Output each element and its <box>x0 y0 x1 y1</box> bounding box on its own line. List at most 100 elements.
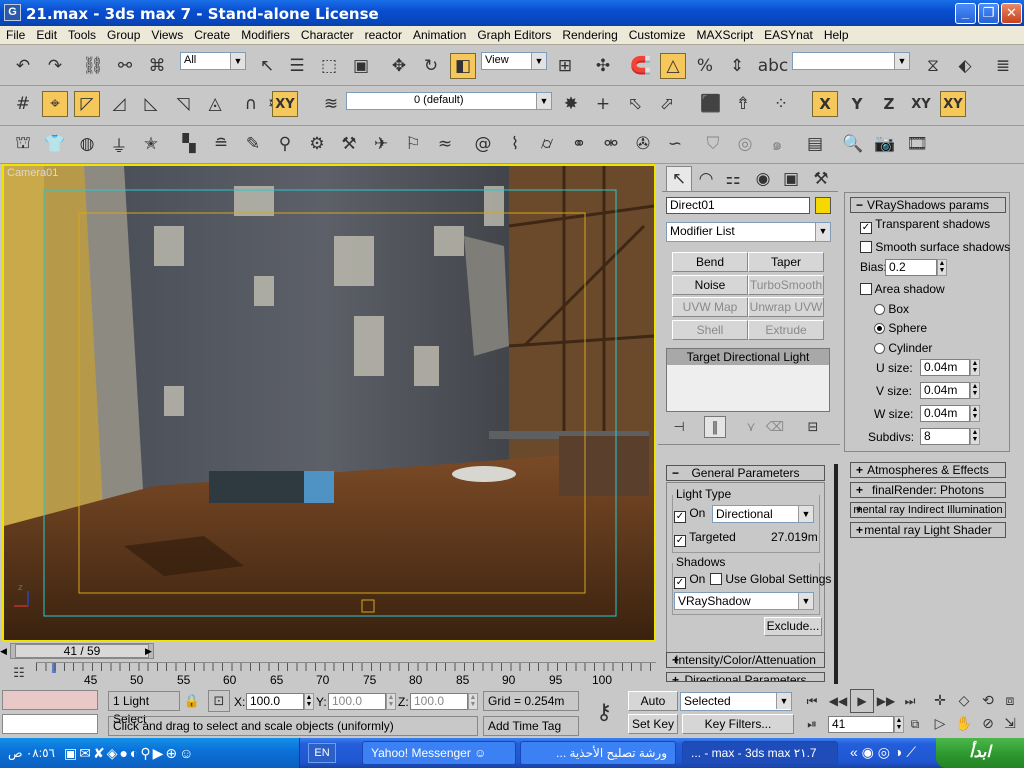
shell-button[interactable]: Shell <box>672 320 748 340</box>
rope-icon[interactable]: ∽ <box>662 131 688 157</box>
maximize-button[interactable]: ❐ <box>978 3 999 24</box>
array-icon[interactable]: ⁘ <box>768 91 794 117</box>
snap-face-icon[interactable]: ◹ <box>170 91 196 117</box>
remove-modifier-icon[interactable]: ⌫ <box>764 416 786 438</box>
key-mode-toggle-icon[interactable]: ⏯ <box>800 713 824 735</box>
layers-icon[interactable]: ≋ <box>318 91 344 117</box>
utilities-tab-icon[interactable]: ⚒ <box>808 166 834 192</box>
task-3ds-max[interactable]: ... - max - 3ds max ٢١.7 <box>682 741 838 765</box>
fan-icon[interactable]: ✇ <box>630 131 656 157</box>
show-end-result-icon[interactable]: ‖ <box>704 416 726 438</box>
next-frame-icon[interactable]: ▶▶ <box>874 689 898 713</box>
targeted-check[interactable]: ✓ <box>674 535 686 547</box>
menu-reactor[interactable]: reactor <box>359 26 407 42</box>
general-parameters-rollout[interactable]: − General Parameters <box>666 465 825 481</box>
time-slider-right-arrow[interactable]: ▶ <box>145 642 155 660</box>
time-slider-left-arrow[interactable]: ◀ <box>0 642 10 660</box>
modifier-stack[interactable]: Target Directional Light <box>666 348 830 412</box>
rectangle-region-icon[interactable]: ⬚ <box>316 53 342 79</box>
menu-create[interactable]: Create <box>188 26 235 42</box>
track-bar-toggle-icon[interactable]: ☷ <box>8 662 30 684</box>
x-coordinate-field[interactable]: 100.0 ▲ ▼ <box>246 693 314 710</box>
use-global-check[interactable] <box>710 573 722 585</box>
v-size-spinner[interactable]: 0.04m ▲ ▼ <box>920 382 980 399</box>
mental-ray-indirect-rollout[interactable]: + mental ray Indirect Illumination <box>850 502 1006 518</box>
render-scene-icon[interactable]: 📷 <box>872 131 898 157</box>
menu-views[interactable]: Views <box>145 26 188 42</box>
cylinder-radio[interactable]: Cylinder <box>874 341 932 355</box>
quick-render-icon[interactable]: 🎞 <box>904 131 930 157</box>
shadows-on-checkbox[interactable]: ✓ On <box>674 572 705 589</box>
motion-tab-icon[interactable]: ◉ <box>750 166 776 192</box>
pin-stack-icon[interactable]: ⊣ <box>668 416 690 438</box>
extrude-button[interactable]: Extrude <box>748 320 824 340</box>
finalrender-photons-rollout[interactable]: + finalRender: Photons <box>850 482 1006 498</box>
go-to-start-icon[interactable]: ⏮ <box>800 689 824 713</box>
wrench-icon[interactable]: ⚒ <box>336 131 362 157</box>
cloth-shirt-icon[interactable]: ⛉ <box>700 131 726 157</box>
snap-midpoint-icon[interactable]: ◿ <box>106 91 132 117</box>
reference-coordinate-dropdown[interactable]: View ▼ <box>481 52 547 70</box>
use-global-settings-checkbox[interactable]: Use Global Settings <box>710 572 831 586</box>
object-color-swatch[interactable] <box>815 197 831 214</box>
joint-icon[interactable]: ⚮ <box>598 131 624 157</box>
maximize-viewport-icon[interactable]: ⧈ <box>998 689 1022 713</box>
go-to-end-icon[interactable]: ⏭ <box>898 689 922 713</box>
shirt-icon[interactable]: 👕 <box>42 131 68 157</box>
set-key-key-icon[interactable]: ⚷ <box>586 698 622 726</box>
plane-icon[interactable]: ✈ <box>368 131 394 157</box>
make-unique-icon[interactable]: ⋎ <box>740 416 762 438</box>
roll-icon[interactable]: ⊘ <box>976 713 1000 735</box>
rotate-icon[interactable]: ↻ <box>418 53 444 79</box>
percent-snap-icon[interactable]: % <box>692 53 718 79</box>
dolly-icon[interactable]: ▷ <box>928 713 952 735</box>
key-mode-dropdown[interactable]: Selected ▼ <box>680 692 792 711</box>
spinner-snap-icon[interactable]: ⇕ <box>724 53 750 79</box>
app-icon[interactable]: G <box>4 4 21 21</box>
configure-modifier-sets-icon[interactable]: ⊟ <box>802 416 824 438</box>
material-editor-icon[interactable]: 🔍 <box>840 131 866 157</box>
vray-shadows-rollout[interactable]: − VRayShadows params <box>850 197 1006 213</box>
script-icon[interactable]: ▤ <box>802 131 828 157</box>
task-yahoo-messenger[interactable]: Yahoo! Messenger ☺ <box>362 741 516 765</box>
named-selection-dropdown[interactable]: ▼ <box>792 52 910 70</box>
time-configuration-icon[interactable]: ⧉ <box>904 713 926 735</box>
bend-button[interactable]: Bend <box>672 252 748 272</box>
menu-customize[interactable]: Customize <box>623 26 691 42</box>
modify-tab-icon[interactable]: ◠ <box>693 166 719 192</box>
mental-ray-light-shader-rollout[interactable]: + mental ray Light Shader <box>850 522 1006 538</box>
grid-snap-icon[interactable]: # <box>10 91 36 117</box>
axis-x-icon[interactable]: X <box>812 91 838 117</box>
edit-named-selection-icon[interactable]: abc <box>758 53 789 79</box>
clock[interactable]: ٠٨:٥٦ ص <box>8 746 55 760</box>
redo-icon[interactable]: ↷ <box>42 53 68 79</box>
start-button[interactable]: ابدأ <box>936 738 1024 768</box>
unlink-icon[interactable]: ⚯ <box>112 53 138 79</box>
bind-space-warp-icon[interactable]: ⌘ <box>144 53 170 79</box>
menu-file[interactable]: File <box>0 26 30 42</box>
spring-icon[interactable]: ⌇ <box>502 131 528 157</box>
selection-filter-dropdown[interactable]: All ▼ <box>180 52 246 70</box>
checker-icon[interactable]: ▚ <box>176 131 202 157</box>
bias-spinner[interactable]: 0.2 ▲ ▼ <box>885 259 947 276</box>
y-coordinate-field[interactable]: 100.0 ▲ ▼ <box>328 693 396 710</box>
w-size-spinner[interactable]: 0.04m ▲ ▼ <box>920 405 980 422</box>
hierarchy-tab-icon[interactable]: ⚏ <box>720 166 746 192</box>
select-object-icon[interactable]: ↖ <box>254 53 280 79</box>
set-key-button[interactable]: Set Key <box>628 714 678 734</box>
select-layer-icon[interactable]: ⬁ <box>622 91 648 117</box>
snap-endpoint-icon[interactable]: ◸ <box>74 91 100 117</box>
key-filters-button[interactable]: Key Filters... <box>682 714 794 734</box>
cylinder-icon[interactable]: ⌭ <box>534 131 560 157</box>
lock-selection-icon[interactable]: 🔒 <box>182 690 202 712</box>
box-radio-dot[interactable] <box>874 304 885 315</box>
undo-icon[interactable]: ↶ <box>10 53 36 79</box>
viewport-label[interactable]: Camera01 <box>7 167 58 179</box>
box-radio[interactable]: Box <box>874 302 909 316</box>
transparent-shadows-checkbox[interactable]: ✓ Transparent shadows <box>860 217 990 234</box>
pivot-center-icon[interactable]: ⊞ <box>552 53 578 79</box>
sphere-radio[interactable]: Sphere <box>874 321 927 335</box>
scale-icon[interactable]: ◧ <box>450 53 476 79</box>
magnet-icon[interactable]: ∩ <box>238 91 264 117</box>
constraint-xy-icon[interactable]: XY <box>272 91 298 117</box>
